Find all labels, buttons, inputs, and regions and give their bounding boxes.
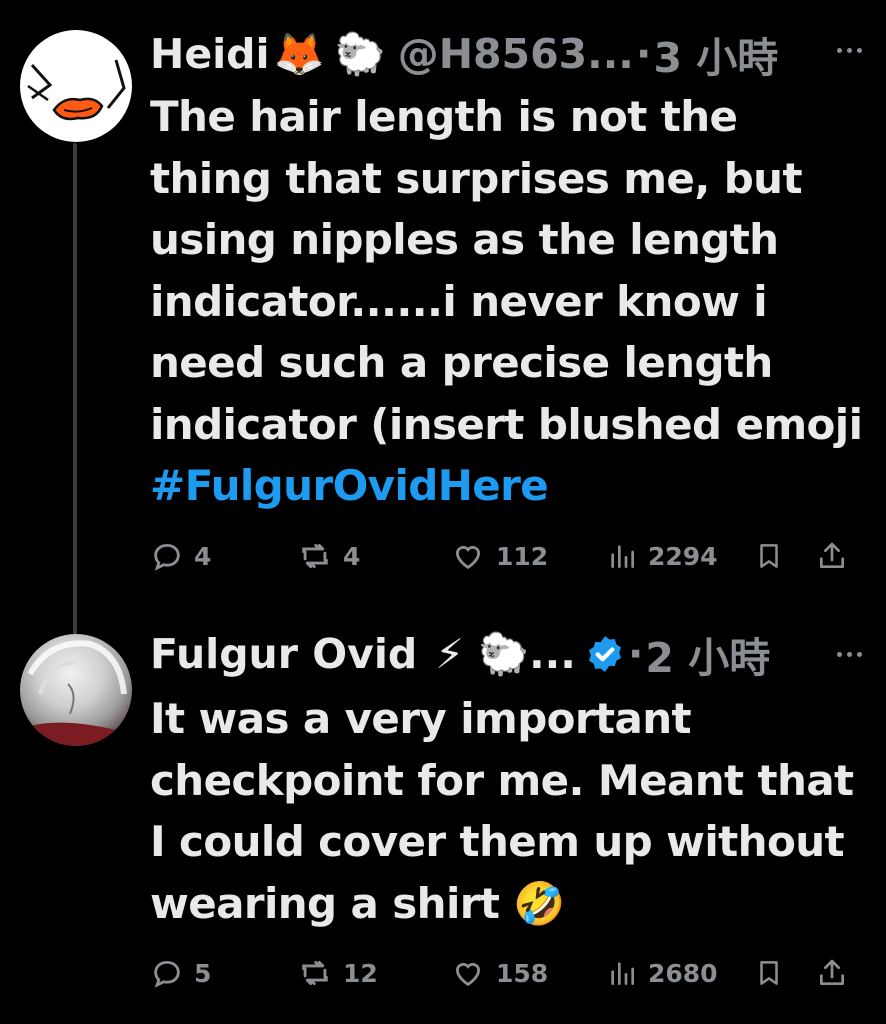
more-options-icon[interactable] [837,48,862,53]
tweet-header: Fulgur Ovid ⚡ 🐑... · 2 小時 [150,624,866,684]
tweet-text: The hair length is not the thing that su… [150,86,866,517]
views-button[interactable]: 2680 [606,948,718,998]
fox-emoji: 🦊 [273,29,325,78]
like-button[interactable]: 158 [450,948,548,998]
anime-character-avatar-image [20,640,132,746]
avatar-heidi[interactable] [20,30,132,142]
repost-icon [302,960,328,986]
tweet-fulgur-ovid[interactable]: Fulgur Ovid ⚡ 🐑... · 2 小時 It was a very … [0,620,886,1024]
tweet-text: It was a very important checkpoint for m… [150,688,866,934]
like-count: 158 [496,958,549,988]
repost-count: 4 [343,541,361,571]
tweet-heidi[interactable]: Heidi 🦊 🐑 @H8563... · 3 小時 The hair leng… [0,0,886,620]
share-button[interactable] [816,948,848,998]
repost-icon [302,543,328,569]
share-button[interactable] [816,531,848,581]
sheep-emoji: 🐑... [478,629,576,678]
lightning-emoji: ⚡ [435,630,465,678]
heart-icon [455,545,481,569]
like-count: 112 [496,541,549,571]
tweet-body: It was a very important checkpoint for m… [150,694,854,928]
views-icon [611,962,634,985]
author-name[interactable]: Heidi [150,30,270,78]
reply-icon [154,960,180,988]
repost-button[interactable]: 12 [297,948,378,998]
reply-count: 5 [194,958,212,988]
repost-button[interactable]: 4 [297,531,360,581]
bookmark-button[interactable] [754,531,784,581]
more-options-icon[interactable] [837,652,862,657]
avatar-fulgur-ovid[interactable] [20,634,132,746]
reply-button[interactable]: 5 [150,948,211,998]
reply-icon [154,543,180,571]
sheep-emoji: 🐑 [334,29,386,78]
author-handle[interactable]: @H8563... [398,30,634,78]
views-icon [611,545,634,568]
reply-button[interactable]: 4 [150,531,211,581]
reply-count: 4 [194,541,212,571]
tweet-header: Heidi 🦊 🐑 @H8563... · 3 小時 [150,24,866,84]
like-button[interactable]: 112 [450,531,548,581]
view-count: 2680 [648,958,718,988]
timestamp[interactable]: 2 小時 [645,624,770,684]
verified-badge-icon [588,636,621,672]
repost-count: 12 [343,958,378,988]
share-icon [820,959,844,985]
timestamp[interactable]: 3 小時 [653,24,778,84]
hashtag-link[interactable]: #FulgurOvidHere [150,455,866,517]
bookmark-icon [760,961,778,985]
tweet-body: The hair length is not the thing that su… [150,92,863,449]
tweet-actions: 4 4 112 2294 [150,531,862,581]
duck-drawing-avatar-image [27,59,126,121]
tweet-actions: 5 12 158 2680 [150,948,862,998]
separator-dot: · [635,30,652,78]
separator-dot: · [627,630,644,678]
bookmark-icon [760,544,778,568]
views-button[interactable]: 2294 [606,531,718,581]
view-count: 2294 [648,541,718,571]
share-icon [820,542,844,568]
heart-icon [455,962,481,986]
bookmark-button[interactable] [754,948,784,998]
author-name[interactable]: Fulgur Ovid [150,630,417,678]
